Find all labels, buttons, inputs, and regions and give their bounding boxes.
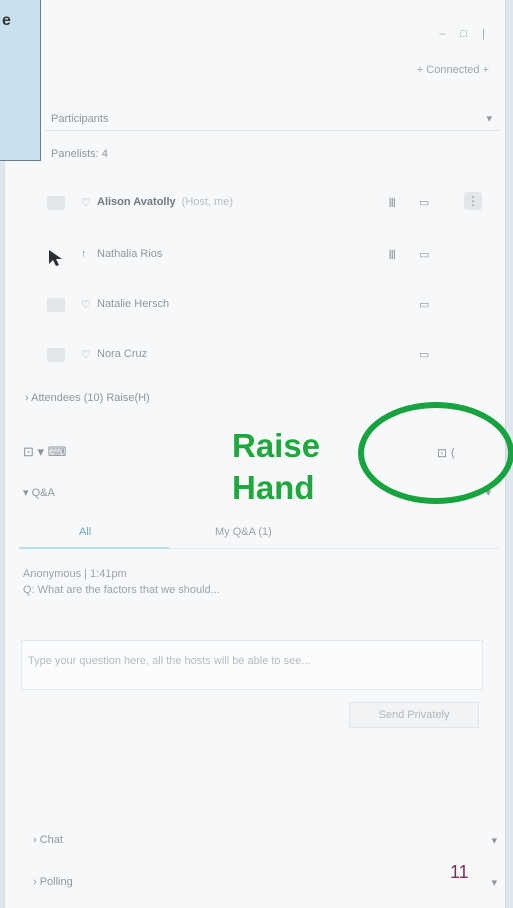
qa-meta: Anonymous | 1:41pm — [23, 568, 127, 580]
status-icon: ♡ — [81, 197, 91, 209]
microphone-icon[interactable]: 𝍫 — [389, 246, 396, 268]
cursor-icon — [47, 248, 65, 266]
question-placeholder: Type your question here, all the hosts w… — [28, 655, 311, 667]
status-icon: ↑ — [81, 248, 87, 260]
window-controls: – □ | — [439, 28, 491, 40]
microphone-icon[interactable]: 𝍫 — [389, 194, 396, 216]
polling-section-label: › Polling — [33, 876, 73, 888]
participants-section-label: Participants — [51, 113, 109, 125]
close-icon[interactable]: | — [482, 28, 491, 40]
highlight-ring — [358, 402, 513, 504]
minimize-icon[interactable]: – — [439, 28, 451, 40]
participant-name: Natalie Hersch — [97, 298, 170, 310]
participant-name: Nora Cruz — [97, 348, 148, 360]
status-icon: ♡ — [81, 349, 91, 361]
panelists-header[interactable]: Panelists: 4 — [51, 148, 108, 160]
participant-row[interactable]: ↑ Nathalia Rios 𝍫 ▭ — [17, 236, 497, 276]
panel-topbar: – □ | + Connected + — [5, 0, 505, 110]
attendees-header[interactable]: › Attendees (10) Raise(H) — [25, 392, 150, 404]
camera-icon[interactable]: ▭ — [419, 298, 429, 311]
participants-section-header[interactable]: Participants ▾ — [45, 108, 500, 131]
participant-role: (Host, me) — [181, 196, 233, 208]
chevron-down-icon[interactable]: ▾ — [491, 876, 497, 889]
question-input[interactable]: Type your question here, all the hosts w… — [21, 640, 483, 690]
annotation-line-1: Raise — [232, 427, 321, 464]
annotation-line-2: Hand — [232, 469, 315, 506]
qa-section-label: ▾ Q&A — [23, 487, 55, 499]
camera-icon[interactable]: ▭ — [419, 348, 429, 361]
avatar — [47, 196, 65, 210]
qa-message: Anonymous | 1:41pm Q: What are the facto… — [23, 566, 220, 598]
qa-question: Q: What are the factors that we should..… — [23, 584, 220, 596]
avatar — [47, 298, 65, 312]
send-privately-button[interactable]: Send Privately — [349, 702, 479, 728]
tab-my-qa[interactable]: My Q&A (1) — [215, 526, 272, 538]
chat-section-label: › Chat — [33, 834, 63, 846]
participant-row[interactable]: ♡ Alison Avatolly (Host, me) 𝍫 ▭ ⋮ — [17, 184, 497, 224]
cursor-pointer-icon — [49, 250, 62, 266]
camera-icon[interactable]: ▭ — [419, 196, 429, 209]
bottom-controls-left[interactable]: ⊡ ▾ ⌨ — [23, 444, 66, 460]
qa-tabs: All My Q&A (1) — [19, 518, 499, 549]
participant-row[interactable]: ♡ Natalie Hersch ▭ — [17, 286, 497, 326]
status-icon: ♡ — [81, 299, 91, 311]
avatar — [47, 348, 65, 362]
chat-section-header[interactable]: › Chat ▾ — [33, 834, 501, 852]
chevron-down-icon[interactable]: ▾ — [486, 112, 492, 125]
callout-box: e — [0, 0, 41, 161]
maximize-icon[interactable]: □ — [460, 28, 473, 40]
participant-name: Alison Avatolly (Host, me) — [97, 196, 233, 208]
page-number: 11 — [450, 862, 469, 882]
raise-hand-annotation: Raise Hand — [232, 425, 320, 509]
polling-section-header[interactable]: › Polling ▾ — [33, 876, 501, 894]
participant-name: Nathalia Rios — [97, 248, 163, 260]
active-tab-indicator — [19, 547, 169, 549]
tab-all[interactable]: All — [79, 526, 91, 538]
callout-text: e — [2, 12, 11, 29]
connection-link[interactable]: + Connected + — [417, 64, 489, 76]
participant-row[interactable]: ♡ Nora Cruz ▭ — [17, 336, 497, 376]
camera-icon[interactable]: ▭ — [419, 248, 429, 261]
more-options-icon[interactable]: ⋮ — [464, 192, 482, 210]
chevron-down-icon[interactable]: ▾ — [491, 834, 497, 847]
